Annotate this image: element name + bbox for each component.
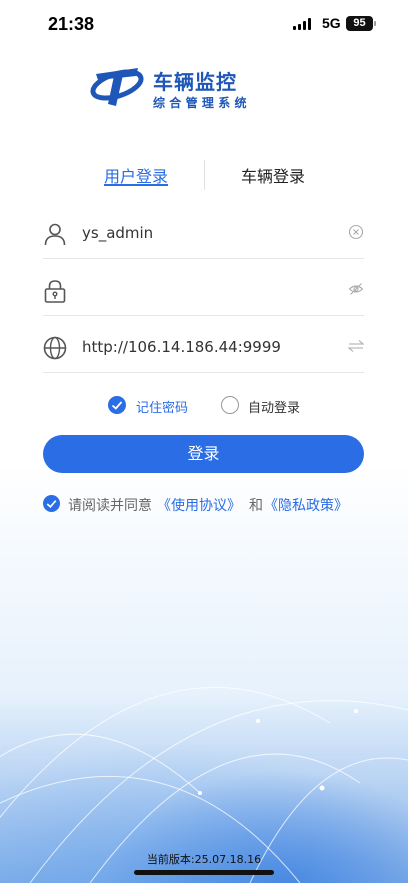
user-icon	[44, 223, 66, 246]
password-field	[43, 267, 364, 316]
auto-login-label[interactable]: 自动登录	[248, 397, 300, 416]
globe-icon	[43, 336, 67, 360]
user-agreement-link[interactable]: 《使用协议》	[157, 495, 241, 515]
agreement-conjunction: 和	[249, 498, 263, 514]
home-indicator	[134, 870, 274, 875]
active-tab-indicator	[104, 184, 168, 186]
username-input[interactable]	[82, 224, 322, 242]
remember-password-checkbox[interactable]	[108, 396, 126, 414]
tab-divider	[204, 160, 205, 190]
switch-icon[interactable]	[348, 338, 364, 354]
login-button[interactable]: 登录	[43, 435, 364, 473]
check-icon	[46, 500, 57, 509]
privacy-policy-link[interactable]: 《隐私政策》	[264, 495, 348, 515]
eye-hidden-icon[interactable]	[348, 281, 364, 297]
auto-login-checkbox[interactable]	[221, 396, 239, 414]
agreement-prefix: 请阅读并同意	[68, 498, 152, 514]
username-field	[43, 210, 364, 259]
background-globe	[0, 463, 408, 883]
app-title: 车辆监控	[153, 70, 237, 94]
status-time: 21:38	[48, 14, 95, 34]
telecom-logo-icon	[90, 68, 144, 106]
server-field	[43, 324, 364, 373]
tab-vehicle-login[interactable]: 车辆登录	[241, 163, 305, 187]
clear-icon[interactable]	[348, 224, 364, 240]
app-subtitle: 综合管理系统	[153, 96, 251, 110]
agreement-checkbox[interactable]	[43, 495, 60, 512]
battery-cap	[374, 21, 376, 26]
check-icon	[111, 401, 123, 410]
version-label: 当前版本:25.07.18.16	[146, 853, 262, 866]
remember-password-label[interactable]: 记住密码	[136, 397, 188, 416]
battery-icon: 95	[346, 16, 373, 31]
status-bar: 21:38 5G 95	[0, 0, 408, 48]
signal-icon	[293, 18, 315, 30]
password-input[interactable]	[82, 281, 322, 299]
lock-icon	[44, 280, 66, 303]
server-url-input[interactable]	[82, 338, 322, 356]
network-type: 5G	[322, 15, 341, 31]
